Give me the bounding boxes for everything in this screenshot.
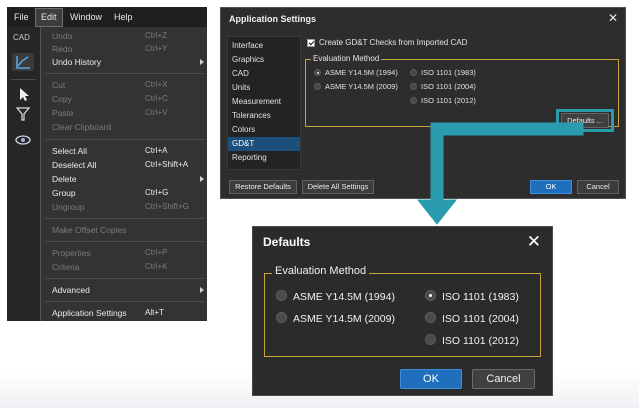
radio-asme-1994[interactable]: ASME Y14.5M (1994) — [276, 290, 395, 303]
close-icon[interactable]: ✕ — [527, 231, 541, 253]
radio-iso-2004[interactable]: ISO 1101 (2004) — [425, 312, 519, 325]
radio-icon — [425, 312, 436, 323]
radio-icon — [276, 312, 287, 323]
radio-icon — [425, 334, 436, 345]
evaluation-method-group: Evaluation Method ASME Y14.5M (1994) ASM… — [264, 265, 541, 357]
radio-label: ISO 1101 (1983) — [442, 291, 519, 303]
radio-label: ISO 1101 (2004) — [442, 313, 519, 325]
connector-arrow-shape — [416, 122, 584, 225]
dialog-title: Defaults — [263, 235, 311, 249]
radio-label: ASME Y14.5M (1994) — [293, 291, 395, 303]
radio-iso-1983[interactable]: ISO 1101 (1983) — [425, 290, 519, 303]
radio-iso-2012[interactable]: ISO 1101 (2012) — [425, 334, 519, 347]
radio-label: ASME Y14.5M (2009) — [293, 313, 395, 325]
radio-asme-2009[interactable]: ASME Y14.5M (2009) — [276, 312, 395, 325]
radio-icon — [276, 290, 287, 301]
group-legend: Evaluation Method — [272, 265, 370, 277]
defaults-dialog: Defaults ✕ Evaluation Method ASME Y14.5M… — [252, 226, 553, 396]
radio-label: ISO 1101 (2012) — [442, 335, 519, 347]
cancel-button[interactable]: Cancel — [472, 369, 535, 389]
radio-icon — [425, 290, 436, 301]
ok-button[interactable]: OK — [400, 369, 462, 389]
